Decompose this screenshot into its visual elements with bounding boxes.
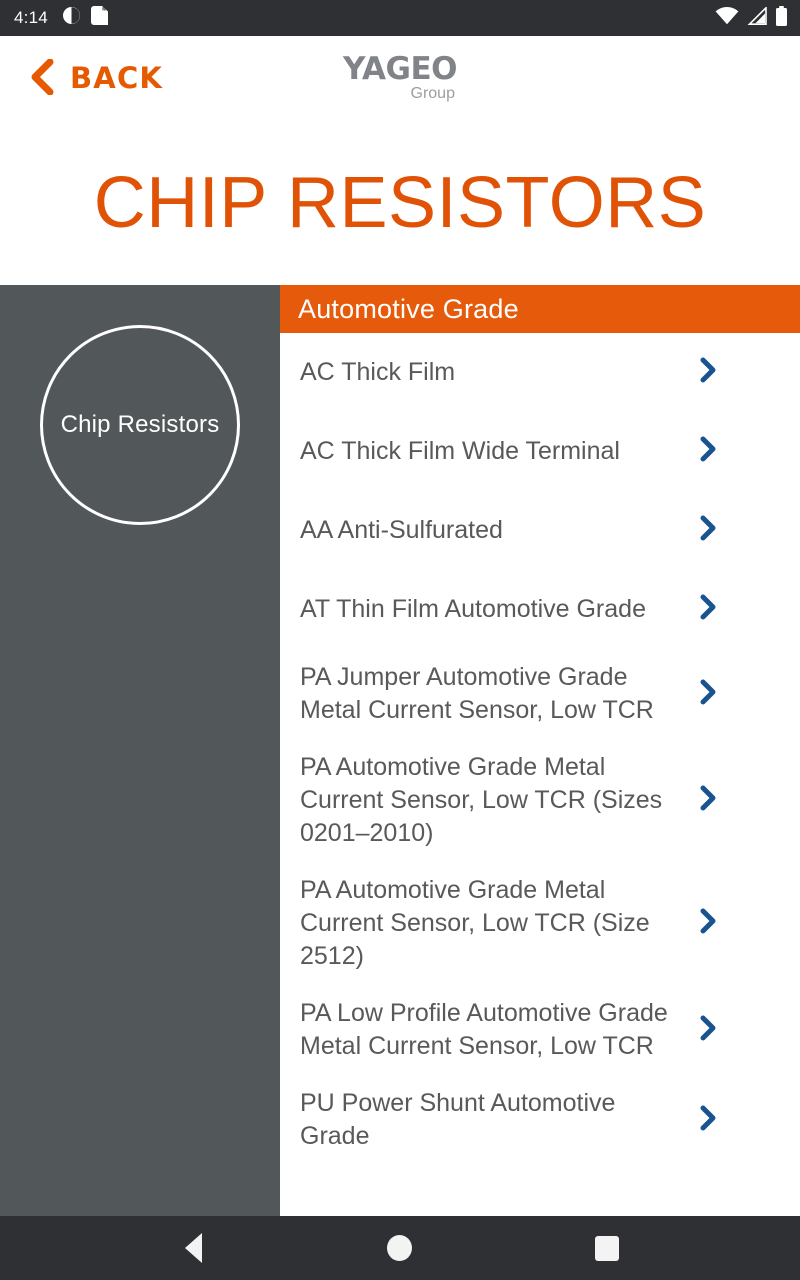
chevron-right-icon xyxy=(698,784,720,817)
list-item-label: PA Automotive Grade Metal Current Sensor… xyxy=(300,753,663,847)
list-item-label: PA Jumper Automotive Grade Metal Current… xyxy=(300,663,654,724)
status-bar: 4:14 xyxy=(0,0,800,36)
list-item[interactable]: PA Low Profile Automotive Grade Metal Cu… xyxy=(280,985,800,1075)
battery-icon xyxy=(775,5,788,31)
list-item-label: AT Thin Film Automotive Grade xyxy=(300,595,646,623)
list-item[interactable]: AC Thick Film xyxy=(280,333,800,412)
sd-card-icon xyxy=(90,6,108,30)
nav-recents-button[interactable] xyxy=(575,1216,639,1280)
list-item[interactable]: PA Automotive Grade Metal Current Sensor… xyxy=(280,862,800,985)
back-button-label: BACK xyxy=(70,61,164,95)
list-item[interactable]: PA Jumper Automotive Grade Metal Current… xyxy=(280,649,800,739)
list-item[interactable]: AC Thick Film Wide Terminal xyxy=(280,412,800,491)
nav-back-button[interactable] xyxy=(161,1216,225,1280)
status-notification-icons xyxy=(62,6,108,30)
sidebar-category-label: Chip Resistors xyxy=(60,411,220,438)
app-screen: 4:14 BACK YAGEO Group CHIP RESISTORS Chi… xyxy=(0,0,800,1280)
list-item-label: PU Power Shunt Automotive Grade xyxy=(300,1089,616,1150)
list-item-label: AA Anti-Sulfurated xyxy=(300,516,503,544)
app-bar: BACK YAGEO Group xyxy=(0,36,800,120)
app-notification-icon xyxy=(62,6,81,30)
nav-back-icon xyxy=(184,1233,202,1263)
list-item[interactable]: PA Automotive Grade Metal Current Sensor… xyxy=(280,739,800,862)
sidebar: Chip Resistors xyxy=(0,285,280,1216)
chevron-right-icon xyxy=(698,593,720,626)
nav-home-button[interactable] xyxy=(368,1216,432,1280)
hero-banner: CHIP RESISTORS xyxy=(0,120,800,285)
section-header: Automotive Grade xyxy=(280,285,800,333)
back-button[interactable]: BACK xyxy=(0,53,177,104)
list-pane: Automotive Grade AC Thick Film AC Thick … xyxy=(280,285,800,1216)
logo-subtitle: Group xyxy=(410,85,455,102)
list-item[interactable]: AT Thin Film Automotive Grade xyxy=(280,570,800,649)
status-time: 4:14 xyxy=(14,8,48,27)
page-title: CHIP RESISTORS xyxy=(93,162,707,243)
list-item-label: PA Low Profile Automotive Grade Metal Cu… xyxy=(300,999,668,1060)
chevron-right-icon xyxy=(698,907,720,940)
chevron-right-icon xyxy=(698,1014,720,1047)
section-header-label: Automotive Grade xyxy=(298,293,519,324)
logo-wordmark: YAGEO xyxy=(343,51,457,87)
chevron-right-icon xyxy=(698,1104,720,1137)
chevron-left-icon xyxy=(28,58,56,98)
yageo-logo: YAGEO Group xyxy=(343,54,457,102)
list-item-label: PA Automotive Grade Metal Current Sensor… xyxy=(300,876,650,970)
android-navigation-bar xyxy=(0,1216,800,1280)
chevron-right-icon xyxy=(698,356,720,389)
wifi-icon xyxy=(715,6,739,30)
content-area: Chip Resistors Automotive Grade AC Thick… xyxy=(0,285,800,1216)
list-item[interactable]: PU Power Shunt Automotive Grade xyxy=(280,1075,800,1165)
list-item-label: AC Thick Film xyxy=(300,358,456,386)
list-item[interactable]: AA Anti-Sulfurated xyxy=(280,491,800,570)
nav-recents-icon xyxy=(594,1235,619,1261)
sidebar-category-circle[interactable]: Chip Resistors xyxy=(40,325,240,525)
chevron-right-icon xyxy=(698,435,720,468)
chevron-right-icon xyxy=(698,678,720,711)
nav-home-icon xyxy=(387,1235,413,1261)
list-item-label: AC Thick Film Wide Terminal xyxy=(300,437,620,465)
status-system-icons xyxy=(715,5,788,31)
product-list[interactable]: AC Thick Film AC Thick Film Wide Termina… xyxy=(280,333,800,1216)
chevron-right-icon xyxy=(698,514,720,547)
cellular-signal-icon xyxy=(747,5,767,30)
